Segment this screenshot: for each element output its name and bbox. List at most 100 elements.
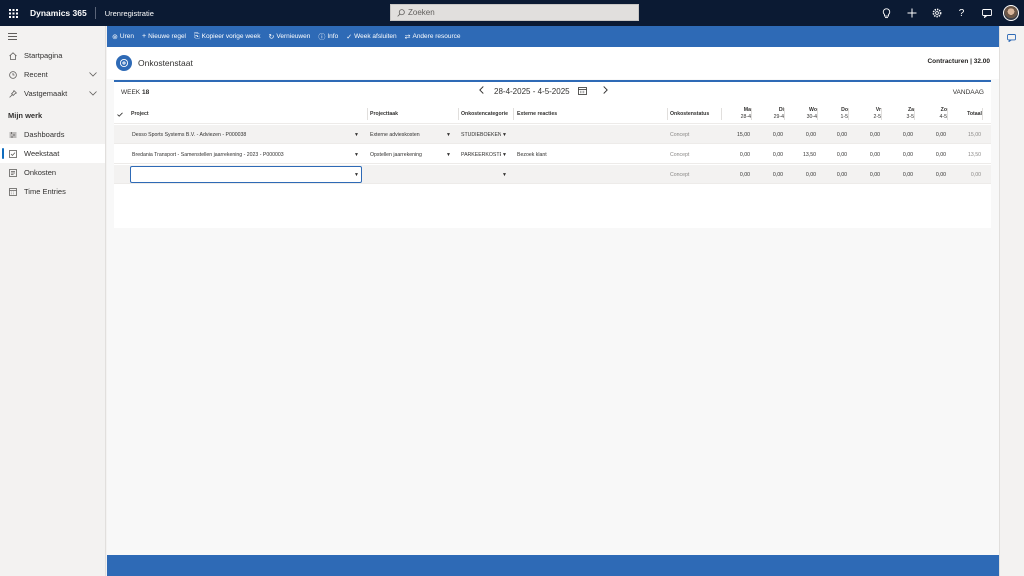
close-week-button[interactable]: ✓ Week afsluiten bbox=[346, 33, 396, 41]
other-resource-label: Andere resource bbox=[412, 33, 461, 40]
avatar[interactable] bbox=[1003, 5, 1019, 21]
dropdown-arrow-icon[interactable]: ▼ bbox=[502, 132, 507, 138]
new-line-button[interactable]: + Nieuwe regel bbox=[142, 33, 186, 40]
chevron-down-icon[interactable] bbox=[89, 89, 97, 98]
chevron-down-icon[interactable] bbox=[89, 70, 97, 79]
table-row-new[interactable]: ▼ ▼ Concept 0,00 0,00 0,00 0,00 0,00 0,0… bbox=[114, 165, 991, 184]
info-label: Info bbox=[327, 33, 339, 40]
row-value-zo[interactable]: 0,00 bbox=[918, 165, 946, 184]
column-header-totaal[interactable]: Totaal bbox=[951, 104, 983, 124]
sidebar-item-label: Dashboards bbox=[24, 130, 65, 139]
refresh-button[interactable]: ↻ Vernieuwen bbox=[269, 33, 311, 41]
row-value-vr[interactable]: 0,00 bbox=[852, 165, 880, 184]
day-date: 3-5 bbox=[906, 114, 915, 120]
row-externe-reacties[interactable] bbox=[517, 125, 667, 144]
footer-band bbox=[107, 555, 999, 576]
day-date: 1-5 bbox=[840, 114, 849, 120]
previous-week-icon[interactable] bbox=[479, 86, 484, 96]
sidebar-item-startpagina[interactable]: Startpagina bbox=[0, 46, 105, 65]
sidebar-item-time-entries[interactable]: Time Entries bbox=[0, 182, 105, 201]
row-value-do[interactable]: 0,00 bbox=[820, 125, 847, 144]
table-row[interactable]: Desso Sports Systems B.V. - Adviezen - P… bbox=[114, 125, 991, 144]
sidebar-item-dashboards[interactable]: Dashboards bbox=[0, 125, 105, 144]
date-range: 28-4-2025 - 4-5-2025 bbox=[494, 86, 570, 96]
column-header-externe-reacties[interactable]: Externe reacties bbox=[517, 104, 668, 124]
project-lookup-input[interactable] bbox=[130, 166, 362, 183]
today-button[interactable]: VANDAAG bbox=[953, 89, 984, 96]
row-status: Concept bbox=[670, 171, 690, 178]
row-value-wo[interactable]: 0,00 bbox=[787, 125, 816, 144]
refresh-label: Vernieuwen bbox=[276, 33, 311, 40]
row-onkostencategorie[interactable]: STUDIEBOEKEN bbox=[461, 125, 501, 144]
chat-icon[interactable] bbox=[974, 0, 999, 26]
column-header-vr[interactable]: Vr 2-5 bbox=[852, 104, 882, 124]
search-input[interactable]: Zoeken bbox=[390, 4, 639, 21]
row-value-zo[interactable]: 0,00 bbox=[918, 145, 946, 164]
row-value-wo[interactable]: 0,00 bbox=[787, 165, 816, 184]
column-header-di[interactable]: Di 29-4 bbox=[754, 104, 785, 124]
row-onkostencategorie[interactable]: PARKEERKOSTEN bbox=[461, 145, 501, 164]
app-name[interactable]: Urenregistratie bbox=[96, 9, 154, 18]
column-header-do[interactable]: Do 1-5 bbox=[820, 104, 849, 124]
uren-button[interactable]: ⊚ Uren bbox=[112, 33, 134, 41]
row-value-ma[interactable]: 0,00 bbox=[724, 165, 750, 184]
column-header-onkostencategorie[interactable]: Onkostencategorie bbox=[461, 104, 514, 124]
settings-icon[interactable] bbox=[924, 0, 949, 26]
hamburger-menu-icon[interactable] bbox=[0, 26, 105, 46]
sidebar-item-vastgemaakt[interactable]: Vastgemaakt bbox=[0, 84, 105, 103]
column-header-onkostenstatus[interactable]: Onkostenstatus bbox=[670, 104, 722, 124]
row-value-wo[interactable]: 13,50 bbox=[787, 145, 816, 164]
row-projecttaak[interactable]: Opstellen jaarrekening bbox=[370, 145, 450, 164]
row-value-ma[interactable]: 0,00 bbox=[724, 145, 750, 164]
copy-icon: ⎘ bbox=[194, 32, 200, 40]
dropdown-arrow-icon[interactable]: ▼ bbox=[502, 152, 507, 158]
other-resource-button[interactable]: ⇄ Andere resource bbox=[405, 33, 461, 41]
dropdown-arrow-icon[interactable]: ▼ bbox=[446, 152, 451, 158]
copy-previous-week-button[interactable]: ⎘ Kopieer vorige week bbox=[194, 33, 261, 41]
app-launcher-icon[interactable] bbox=[0, 0, 26, 26]
help-icon[interactable]: ? bbox=[949, 0, 974, 26]
sidebar-item-weekstaat[interactable]: Weekstaat bbox=[0, 144, 105, 163]
row-value-do[interactable]: 0,00 bbox=[820, 145, 847, 164]
brand-title[interactable]: Dynamics 365 bbox=[26, 7, 96, 19]
select-all-checkmark-icon[interactable] bbox=[117, 104, 127, 124]
column-header-za[interactable]: Za 3-5 bbox=[885, 104, 915, 124]
sidebar-item-label: Vastgemaakt bbox=[24, 89, 68, 98]
row-externe-reacties[interactable]: Bezoek klant bbox=[517, 145, 667, 164]
lightbulb-icon[interactable] bbox=[874, 0, 899, 26]
next-week-icon[interactable] bbox=[602, 86, 608, 96]
day-name: Do bbox=[841, 107, 848, 113]
row-value-za[interactable]: 0,00 bbox=[885, 125, 913, 144]
row-value-di[interactable]: 0,00 bbox=[754, 145, 783, 164]
dropdown-arrow-icon[interactable]: ▼ bbox=[354, 172, 359, 178]
info-button[interactable]: ⓘ Info bbox=[318, 32, 338, 42]
row-project[interactable]: Bredania Transport - Samenstellen jaarre… bbox=[132, 145, 352, 164]
row-value-za[interactable]: 0,00 bbox=[885, 145, 913, 164]
row-value-ma[interactable]: 15,00 bbox=[724, 125, 750, 144]
row-value-do[interactable]: 0,00 bbox=[820, 165, 847, 184]
table-row[interactable]: Bredania Transport - Samenstellen jaarre… bbox=[114, 145, 991, 164]
dropdown-arrow-icon[interactable]: ▼ bbox=[354, 152, 359, 158]
sidebar-item-onkosten[interactable]: Onkosten bbox=[0, 163, 105, 182]
column-header-zo[interactable]: Zo 4-5 bbox=[918, 104, 948, 124]
row-value-vr[interactable]: 0,00 bbox=[852, 145, 880, 164]
dropdown-arrow-icon[interactable]: ▼ bbox=[354, 132, 359, 138]
plus-icon[interactable] bbox=[899, 0, 924, 26]
sidebar-item-label: Time Entries bbox=[24, 187, 66, 196]
row-value-di[interactable]: 0,00 bbox=[754, 125, 783, 144]
column-header-ma[interactable]: Ma 28-4 bbox=[724, 104, 752, 124]
row-project[interactable]: Desso Sports Systems B.V. - Adviezen - P… bbox=[132, 125, 352, 144]
row-value-vr[interactable]: 0,00 bbox=[852, 125, 880, 144]
dropdown-arrow-icon[interactable]: ▼ bbox=[446, 132, 451, 138]
row-projecttaak[interactable]: Externe advieskosten bbox=[370, 125, 450, 144]
row-value-za[interactable]: 0,00 bbox=[885, 165, 913, 184]
sidebar-item-recent[interactable]: Recent bbox=[0, 65, 105, 84]
copilot-chat-icon[interactable] bbox=[1007, 34, 1016, 44]
dropdown-arrow-icon[interactable]: ▼ bbox=[502, 172, 507, 178]
column-header-project[interactable]: Project bbox=[131, 104, 368, 124]
calendar-icon[interactable] bbox=[577, 87, 587, 95]
column-header-projecttaak[interactable]: Projecttaak bbox=[370, 104, 459, 124]
row-value-di[interactable]: 0,00 bbox=[754, 165, 783, 184]
column-header-wo[interactable]: Wo 30-4 bbox=[787, 104, 818, 124]
row-value-zo[interactable]: 0,00 bbox=[918, 125, 946, 144]
